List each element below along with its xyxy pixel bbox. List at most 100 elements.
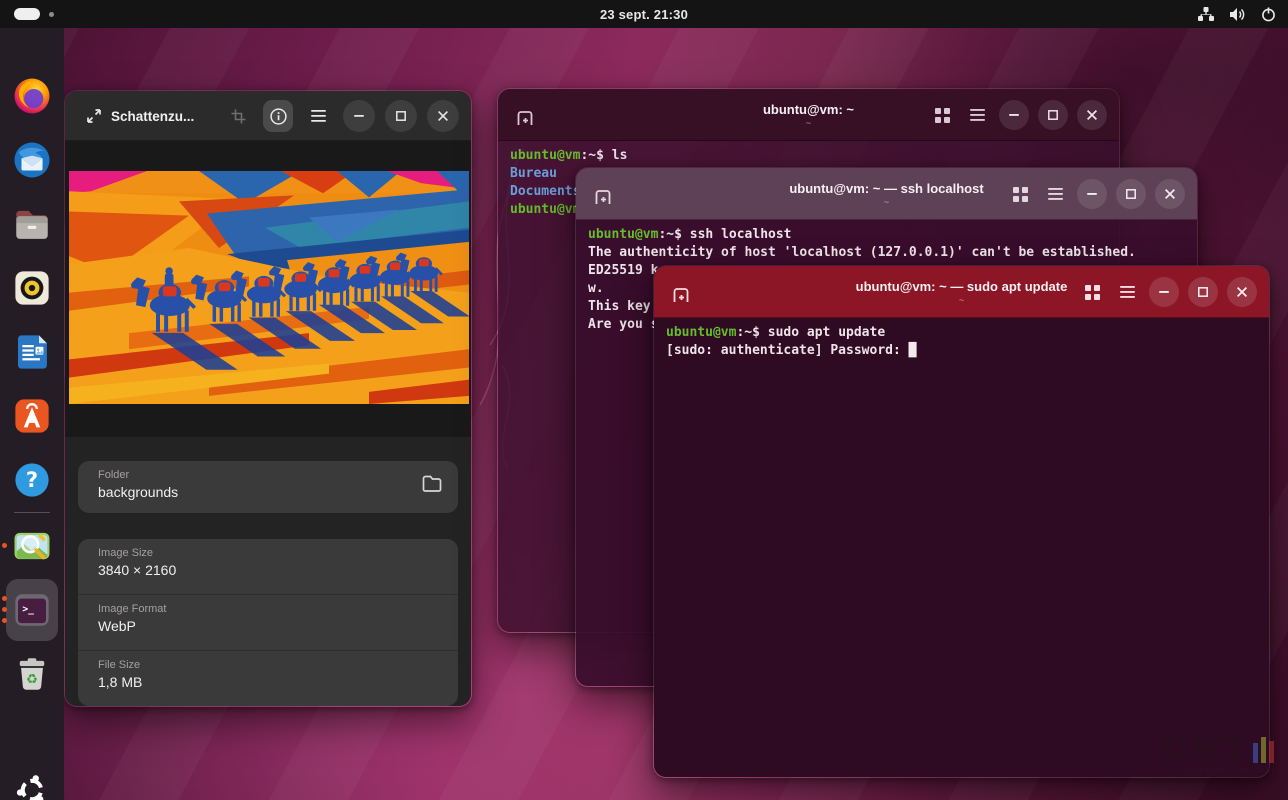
files-folder-icon	[11, 203, 53, 245]
dock-item-files[interactable]	[10, 202, 54, 246]
image-viewer-window: Schattenzu...	[64, 90, 472, 707]
image-viewer-titlebar[interactable]: Schattenzu...	[65, 91, 471, 141]
dock-item-rhythmbox[interactable]	[10, 266, 54, 310]
tab-overview-button[interactable]	[1079, 277, 1105, 307]
firefox-icon	[11, 75, 53, 117]
viewer-menu-button[interactable]	[303, 100, 333, 132]
menu-icon	[311, 110, 326, 122]
image-stage	[65, 141, 471, 437]
libreoffice-writer-icon	[11, 331, 53, 373]
new-tab-icon	[515, 108, 535, 128]
terminal2-titlebar[interactable]: ubuntu@vm: ~ — ssh localhost ~	[576, 168, 1197, 220]
system-tray[interactable]	[1198, 0, 1276, 28]
terminal2-minimize-button[interactable]	[1077, 179, 1107, 209]
minimize-icon	[1009, 114, 1019, 117]
dock-item-terminal[interactable]: >_	[10, 588, 54, 632]
terminal1-maximize-button[interactable]	[1038, 100, 1068, 130]
fullscreen-button[interactable]	[79, 100, 109, 132]
terminal1-minimize-button[interactable]	[999, 100, 1029, 130]
terminal-menu-button[interactable]	[1042, 179, 1068, 209]
wired-network-icon	[1198, 7, 1214, 22]
image-details-card: Image Size 3840 × 2160 Image Format WebP…	[78, 539, 458, 706]
terminal-window-3: ubuntu@vm: ~ — sudo apt update ~	[653, 265, 1270, 778]
dock-item-image-viewer[interactable]	[10, 524, 54, 568]
camel-desert-image	[69, 171, 469, 404]
clock[interactable]: 23 sept. 21:30	[0, 7, 1288, 22]
crop-button[interactable]	[223, 100, 253, 132]
dock-separator	[14, 512, 50, 513]
terminal3-maximize-button[interactable]	[1188, 277, 1218, 307]
terminal1-titlebar[interactable]: ubuntu@vm: ~ ~	[498, 89, 1119, 141]
close-icon	[1165, 189, 1175, 199]
menu-icon	[1048, 188, 1063, 200]
terminal-menu-button[interactable]	[1114, 277, 1140, 307]
terminal3-subtitle: ~	[959, 295, 964, 305]
new-tab-button[interactable]	[512, 103, 538, 133]
tab-overview-button[interactable]	[929, 100, 955, 130]
terminal1-title: ubuntu@vm: ~	[763, 102, 854, 117]
terminal-menu-button[interactable]	[964, 100, 990, 130]
terminal2-subtitle: ~	[884, 197, 889, 207]
terminal2-title: ubuntu@vm: ~ — ssh localhost	[789, 181, 983, 196]
dock-item-firefox[interactable]	[10, 74, 54, 118]
terminal2-close-button[interactable]	[1155, 179, 1185, 209]
watermark-bars-icon	[1253, 737, 1274, 763]
folder-card[interactable]: Folder backgrounds	[78, 461, 458, 513]
site-watermark: GNT generation-nt.com	[1161, 736, 1274, 776]
dock-item-trash[interactable]: ♻	[10, 652, 54, 696]
help-icon: ?	[11, 459, 53, 501]
viewer-maximize-button[interactable]	[385, 100, 417, 132]
file-size-value: 1,8 MB	[98, 674, 438, 690]
tab-grid-icon	[935, 108, 950, 123]
maximize-icon	[1198, 287, 1208, 297]
svg-text:♻: ♻	[26, 673, 38, 688]
terminal1-close-button[interactable]	[1077, 100, 1107, 130]
close-icon	[438, 111, 448, 121]
minimize-icon	[1159, 291, 1169, 294]
terminal3-title: ubuntu@vm: ~ — sudo apt update	[856, 279, 1068, 294]
image-format-value: WebP	[98, 618, 438, 634]
dock-item-libreoffice-writer[interactable]	[10, 330, 54, 374]
viewer-close-button[interactable]	[427, 100, 459, 132]
power-icon	[1261, 7, 1276, 22]
svg-text:>_: >_	[22, 604, 34, 615]
thunderbird-icon	[11, 139, 53, 181]
dock-item-show-apps[interactable]	[10, 768, 54, 800]
new-tab-icon	[593, 187, 613, 207]
tab-grid-icon	[1013, 187, 1028, 202]
info-icon	[270, 108, 287, 125]
info-button[interactable]	[263, 100, 293, 132]
terminal-icon: >_	[11, 589, 53, 631]
new-tab-icon	[671, 285, 691, 305]
tab-overview-button[interactable]	[1007, 179, 1033, 209]
dock-item-app-center[interactable]	[10, 394, 54, 438]
terminal1-subtitle: ~	[806, 118, 811, 128]
maximize-icon	[1126, 189, 1136, 199]
dock-item-help[interactable]: ?	[10, 458, 54, 502]
svg-text:?: ?	[26, 468, 38, 492]
open-folder-button[interactable]	[422, 475, 442, 497]
minimize-icon	[1087, 193, 1097, 196]
crop-icon	[231, 109, 246, 124]
terminal3-output[interactable]: ubuntu@vm:~$ sudo apt update[sudo: authe…	[654, 318, 1269, 777]
app-center-icon	[11, 395, 53, 437]
new-tab-button[interactable]	[668, 280, 694, 310]
maximize-icon	[396, 111, 406, 121]
close-icon	[1087, 110, 1097, 120]
viewer-minimize-button[interactable]	[343, 100, 375, 132]
image-format-label: Image Format	[98, 603, 438, 615]
watermark-text: GNT	[1161, 736, 1247, 763]
image-viewer-icon	[11, 525, 53, 567]
terminal3-titlebar[interactable]: ubuntu@vm: ~ — sudo apt update ~	[654, 266, 1269, 318]
trash-icon: ♻	[11, 653, 53, 695]
close-icon	[1237, 287, 1247, 297]
terminal2-maximize-button[interactable]	[1116, 179, 1146, 209]
dock-item-thunderbird[interactable]	[10, 138, 54, 182]
folder-value: backgrounds	[98, 484, 438, 500]
image-properties-panel: Folder backgrounds Image Size 3840 × 216…	[65, 437, 471, 706]
folder-icon	[422, 475, 442, 492]
ubuntu-logo-icon	[11, 769, 53, 800]
new-tab-button[interactable]	[590, 182, 616, 212]
terminal3-close-button[interactable]	[1227, 277, 1257, 307]
terminal3-minimize-button[interactable]	[1149, 277, 1179, 307]
